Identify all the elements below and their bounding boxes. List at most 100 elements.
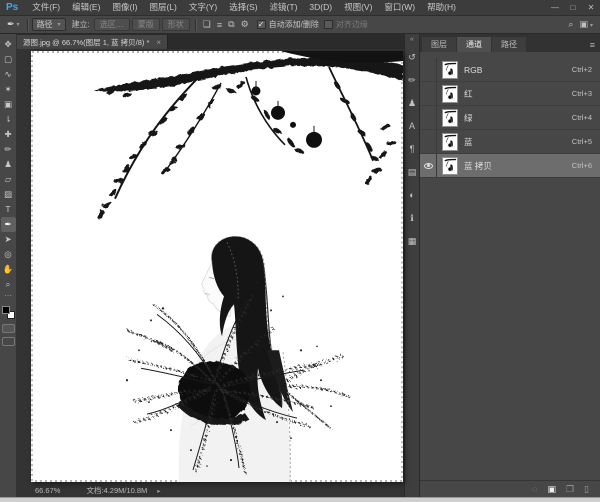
make-selection-button[interactable]: 选区… [94,18,130,31]
path-operations-icon[interactable]: ❏ [200,19,214,30]
eyedropper-tool[interactable]: ⇂ [1,112,16,127]
make-label: 建立: [72,19,90,30]
photoshop-window: Ps 文件(F) 编辑(E) 图像(I) 图层(L) 文字(Y) 选择(S) 滤… [0,0,600,502]
channel-row-blue[interactable]: 蓝 Ctrl+5 [420,130,600,154]
channel-row-blue-copy[interactable]: 蓝 拷贝 Ctrl+6 [420,154,600,178]
menu-layer[interactable]: 图层(L) [143,0,182,15]
visibility-toggle[interactable] [420,106,437,129]
quick-selection-tool[interactable]: ✶ [1,82,16,97]
menu-image[interactable]: 图像(I) [106,0,143,15]
delete-channel-icon[interactable]: ▯ [579,484,594,495]
path-select-tool[interactable]: ➤ [1,232,16,247]
channel-thumbnail [442,109,458,127]
align-edges-checkbox[interactable]: 对齐边缘 [324,19,368,30]
hand-tool[interactable]: ✋ [1,262,16,277]
history-panel-icon[interactable]: ↺ [405,48,419,67]
tool-mode-select[interactable]: 路径 ▾ [32,18,66,31]
libraries-panel-icon[interactable]: ▤ [405,163,419,182]
healing-brush-tool[interactable]: ✚ [1,127,16,142]
foreground-color-swatch[interactable] [2,306,10,314]
tool-preset-dropdown[interactable]: ✒ ▾ [4,19,23,30]
new-channel-icon[interactable]: ❐ [561,484,579,495]
photoshop-logo[interactable]: Ps [0,2,26,13]
info-panel-icon[interactable]: ℹ [405,209,419,228]
visibility-toggle[interactable] [420,154,437,177]
marquee-tool[interactable]: ▢ [1,52,16,67]
properties-panel-icon[interactable]: ▦ [405,232,419,251]
fruit [271,106,285,120]
menu-file[interactable]: 文件(F) [26,0,66,15]
menu-select[interactable]: 选择(S) [223,0,263,15]
fruit [306,132,322,148]
visibility-toggle[interactable] [420,58,437,81]
channel-row-green[interactable]: 绿 Ctrl+4 [420,106,600,130]
paragraph-panel-icon[interactable]: ¶ [405,140,419,159]
menu-3d[interactable]: 3D(D) [303,0,338,15]
path-alignment-icon[interactable]: ≡ [214,20,225,30]
menu-window[interactable]: 窗口(W) [378,0,421,15]
search-icon[interactable]: ⌕ [565,19,576,30]
fruit [252,86,261,95]
maximize-button[interactable]: □ [564,0,582,15]
menu-help[interactable]: 帮助(H) [421,0,462,15]
tab-close-icon[interactable]: × [156,38,161,47]
crop-tool[interactable]: ▣ [1,97,16,112]
auto-add-delete-checkbox[interactable]: ✓ 自动添加/删除 [257,19,319,30]
panel-menu-icon[interactable]: ≡ [590,40,600,52]
collapse-panels-icon[interactable]: « [410,34,414,46]
visibility-toggle[interactable] [420,130,437,153]
save-selection-as-channel-icon[interactable]: ▣ [542,484,561,495]
quick-mask-button[interactable] [2,324,15,333]
type-tool[interactable]: T [1,202,16,217]
adjustments-panel-icon[interactable]: ◐ [405,186,419,205]
color-swatches[interactable] [2,306,15,319]
canvas[interactable] [31,51,403,482]
tab-paths[interactable]: 路径 [492,37,526,52]
pen-tool[interactable]: ✒ [1,217,16,232]
tab-channels[interactable]: 通道 [457,37,491,52]
load-channel-as-selection-icon[interactable]: ◌ [527,484,542,494]
tab-layers[interactable]: 图层 [422,37,456,52]
channel-row-red[interactable]: 红 Ctrl+3 [420,82,600,106]
channel-shortcut: Ctrl+4 [572,113,592,122]
caret-down-icon: ▾ [590,23,593,29]
shape-tool[interactable]: ◎ [1,247,16,262]
auto-add-delete-label: 自动添加/删除 [269,19,319,30]
workspace-switcher-icon[interactable]: ▣▾ [576,19,596,30]
menu-view[interactable]: 视图(V) [338,0,378,15]
close-button[interactable]: ✕ [582,0,600,15]
eraser-tool[interactable]: ▱ [1,172,16,187]
zoom-level[interactable]: 66.67% [35,486,60,495]
lasso-tool[interactable]: ∿ [1,67,16,82]
move-tool[interactable]: ✥ [1,37,16,52]
channel-row-rgb[interactable]: RGB Ctrl+2 [420,58,600,82]
visibility-toggle[interactable] [420,82,437,105]
zoom-tool[interactable]: ⌕ [1,277,16,292]
menu-type[interactable]: 文字(Y) [183,0,223,15]
minimize-button[interactable]: — [546,0,564,15]
channels-panel-footer: ◌ ▣ ❐ ▯ [420,480,600,497]
title-bar: Ps 文件(F) 编辑(E) 图像(I) 图层(L) 文字(Y) 选择(S) 滤… [0,0,600,16]
menu-filter[interactable]: 滤镜(T) [264,0,304,15]
panel-dock: 图层 通道 路径 ≡ RGB Ctrl+2 红 Ctrl+3 [420,34,600,497]
character-panel-icon[interactable]: A [405,117,419,136]
panel-tab-bar: 图层 通道 路径 ≡ [420,34,600,52]
document-tab[interactable]: 源图.jpg @ 66.7%(图层 1, 蓝 拷贝/8) * × [17,35,168,49]
status-caret-icon[interactable]: ▸ [157,487,160,495]
channel-thumbnail [442,133,458,151]
make-shape-button[interactable]: 形状 [162,18,190,31]
channel-name: 蓝 [464,136,572,148]
edit-toolbar-icon[interactable]: ⋯ [1,292,16,302]
gradient-tool[interactable]: ▨ [1,187,16,202]
clone-stamp-tool[interactable]: ♟ [1,157,16,172]
clone-source-panel-icon[interactable]: ♟ [405,94,419,113]
screen-mode-button[interactable] [2,337,15,346]
menu-edit[interactable]: 编辑(E) [66,0,106,15]
menu-bar: 文件(F) 编辑(E) 图像(I) 图层(L) 文字(Y) 选择(S) 滤镜(T… [26,0,462,15]
make-mask-button[interactable]: 蒙版 [132,18,160,31]
gear-icon[interactable]: ⚙ [238,19,252,30]
tool-mode-value: 路径 [37,19,53,30]
brush-settings-panel-icon[interactable]: ✏ [405,71,419,90]
path-arrange-icon[interactable]: ⧉ [225,19,237,30]
brush-tool[interactable]: ✏ [1,142,16,157]
